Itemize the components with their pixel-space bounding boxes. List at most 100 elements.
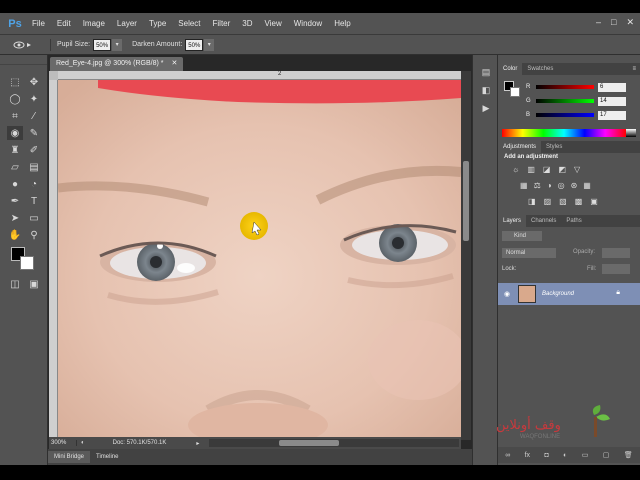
brightness-icon[interactable]: ☼ <box>512 165 519 174</box>
lookup-icon[interactable]: ▦ <box>583 181 591 190</box>
menu-filter[interactable]: Filter <box>207 19 237 28</box>
link-icon[interactable]: ∞ <box>505 452 510 459</box>
history-panel-icon[interactable]: ▤ <box>479 65 493 79</box>
mask-icon[interactable]: ◘ <box>544 452 548 459</box>
maximize-button[interactable]: □ <box>611 17 616 28</box>
tool-preset-picker[interactable] <box>12 38 42 52</box>
darken-amount-field[interactable]: 50% <box>185 38 204 51</box>
magic-wand-icon[interactable]: ✦ <box>26 92 42 106</box>
opacity-field[interactable] <box>602 248 630 258</box>
menu-file[interactable]: File <box>26 19 51 28</box>
eraser-icon[interactable]: ▱ <box>7 160 23 174</box>
close-button[interactable]: ✕ <box>626 17 634 28</box>
stamp-icon[interactable]: ♜ <box>7 143 23 157</box>
menu-select[interactable]: Select <box>172 19 206 28</box>
marquee-icon[interactable]: ⬚ <box>7 75 23 89</box>
exposure-icon[interactable]: ◩ <box>558 165 566 174</box>
grayscale-ramp[interactable] <box>626 129 636 137</box>
close-tab-icon[interactable]: ✕ <box>171 60 177 67</box>
toolbar-grip[interactable] <box>0 55 47 65</box>
history-brush-icon[interactable]: ✐ <box>26 143 42 157</box>
group-icon[interactable]: ▭ <box>582 451 589 459</box>
status-arrow-icon[interactable]: ▸ <box>196 440 199 447</box>
horizontal-scroll-thumb[interactable] <box>279 440 339 446</box>
menu-layer[interactable]: Layer <box>111 19 143 28</box>
layer-row-background[interactable]: ◉ Background 🔒︎ <box>498 283 640 305</box>
tab-layers[interactable]: Layers <box>498 215 527 227</box>
gradient-icon[interactable]: ▤ <box>26 160 42 174</box>
fx-icon[interactable]: fx <box>525 452 530 459</box>
document-tab[interactable]: Red_Eye-4.jpg @ 300% (RGB/8) * ✕ <box>50 57 184 71</box>
eye-icon[interactable]: ◉ <box>504 290 510 298</box>
tab-adjustments[interactable]: Adjustments <box>498 141 542 153</box>
zoom-level[interactable]: 300% <box>49 440 77 446</box>
color-spectrum[interactable] <box>502 129 626 137</box>
actions-panel-icon[interactable]: ▶ <box>479 101 493 115</box>
mixer-icon[interactable]: ⊛ <box>571 181 578 190</box>
blend-mode-select[interactable]: Normal <box>502 248 556 258</box>
vibrance-icon[interactable]: ▽ <box>574 165 580 174</box>
menu-type[interactable]: Type <box>143 19 172 28</box>
levels-icon[interactable]: ▥ <box>527 165 535 174</box>
blue-value-field[interactable]: 17 <box>598 110 626 120</box>
menu-window[interactable]: Window <box>288 19 328 28</box>
red-slider[interactable] <box>536 85 594 89</box>
vertical-scroll-thumb[interactable] <box>463 161 469 241</box>
hand-icon[interactable]: ✋ <box>7 228 23 242</box>
zoom-icon[interactable]: ⚲ <box>26 228 42 242</box>
shape-icon[interactable]: ▭ <box>26 211 42 225</box>
red-value-field[interactable]: 6 <box>598 82 626 92</box>
screen-mode-icon[interactable]: ▣ <box>26 277 42 291</box>
status-info-icon[interactable]: ◐ <box>81 440 85 446</box>
lasso-icon[interactable]: ◯ <box>7 92 23 106</box>
fill-field[interactable] <box>602 264 630 274</box>
photo-filter-icon[interactable]: ◎ <box>558 181 565 190</box>
menu-edit[interactable]: Edit <box>51 19 77 28</box>
menu-help[interactable]: Help <box>328 19 356 28</box>
path-select-icon[interactable]: ➤ <box>7 211 23 225</box>
menu-image[interactable]: Image <box>77 19 111 28</box>
menu-3d[interactable]: 3D <box>236 19 258 28</box>
tab-swatches[interactable]: Swatches <box>522 63 558 75</box>
tab-color[interactable]: Color <box>498 63 523 75</box>
panel-menu-icon[interactable]: ≡ <box>632 66 636 72</box>
dodge-icon[interactable]: ◔ <box>26 177 42 191</box>
minimize-button[interactable]: – <box>596 17 601 28</box>
layer-filter-kind[interactable]: Kind <box>502 231 542 241</box>
properties-panel-icon[interactable]: ◧ <box>479 83 493 97</box>
posterize-icon[interactable]: ▨ <box>544 197 552 206</box>
background-color-swatch[interactable] <box>20 256 34 270</box>
curves-icon[interactable]: ◪ <box>543 165 551 174</box>
tab-mini-bridge[interactable]: Mini Bridge <box>48 451 91 463</box>
hue-icon[interactable]: ▦ <box>520 181 528 190</box>
selective-color-icon[interactable]: ▣ <box>590 197 598 206</box>
balance-icon[interactable]: ⚖ <box>534 181 541 190</box>
adjustment-layer-icon[interactable]: ◐ <box>563 452 567 459</box>
move-icon[interactable]: ✥ <box>26 75 42 89</box>
crop-icon[interactable]: ⌗ <box>7 109 23 123</box>
color-panel-bg-swatch[interactable] <box>510 87 520 97</box>
darken-amount-dropdown[interactable]: ▾ <box>204 38 215 51</box>
type-icon[interactable]: T <box>26 194 42 208</box>
invert-icon[interactable]: ◨ <box>528 197 536 206</box>
new-layer-icon[interactable]: ▢ <box>603 451 610 459</box>
pupil-size-field[interactable]: 50% <box>93 38 112 51</box>
image-canvas[interactable] <box>58 80 461 437</box>
gradient-map-icon[interactable]: ▩ <box>575 197 583 206</box>
pen-icon[interactable]: ✒ <box>7 194 23 208</box>
pupil-size-dropdown[interactable]: ▾ <box>112 38 123 51</box>
green-slider[interactable] <box>536 99 594 103</box>
blue-slider[interactable] <box>536 113 594 117</box>
brush-icon[interactable]: ✎ <box>26 126 42 140</box>
bw-icon[interactable]: ◑ <box>547 181 552 190</box>
green-value-field[interactable]: 14 <box>598 96 626 106</box>
red-eye-tool-icon[interactable]: ◉ <box>7 126 23 140</box>
tab-timeline[interactable]: Timeline <box>90 451 124 463</box>
horizontal-scrollbar[interactable] <box>209 439 459 447</box>
tab-channels[interactable]: Channels <box>526 215 561 227</box>
eyedropper-icon[interactable]: ⁄ <box>26 109 42 123</box>
vertical-scrollbar[interactable] <box>461 71 471 440</box>
trash-icon[interactable]: 🗑︎ <box>624 451 633 459</box>
tab-styles[interactable]: Styles <box>541 141 567 153</box>
threshold-icon[interactable]: ▧ <box>559 197 567 206</box>
